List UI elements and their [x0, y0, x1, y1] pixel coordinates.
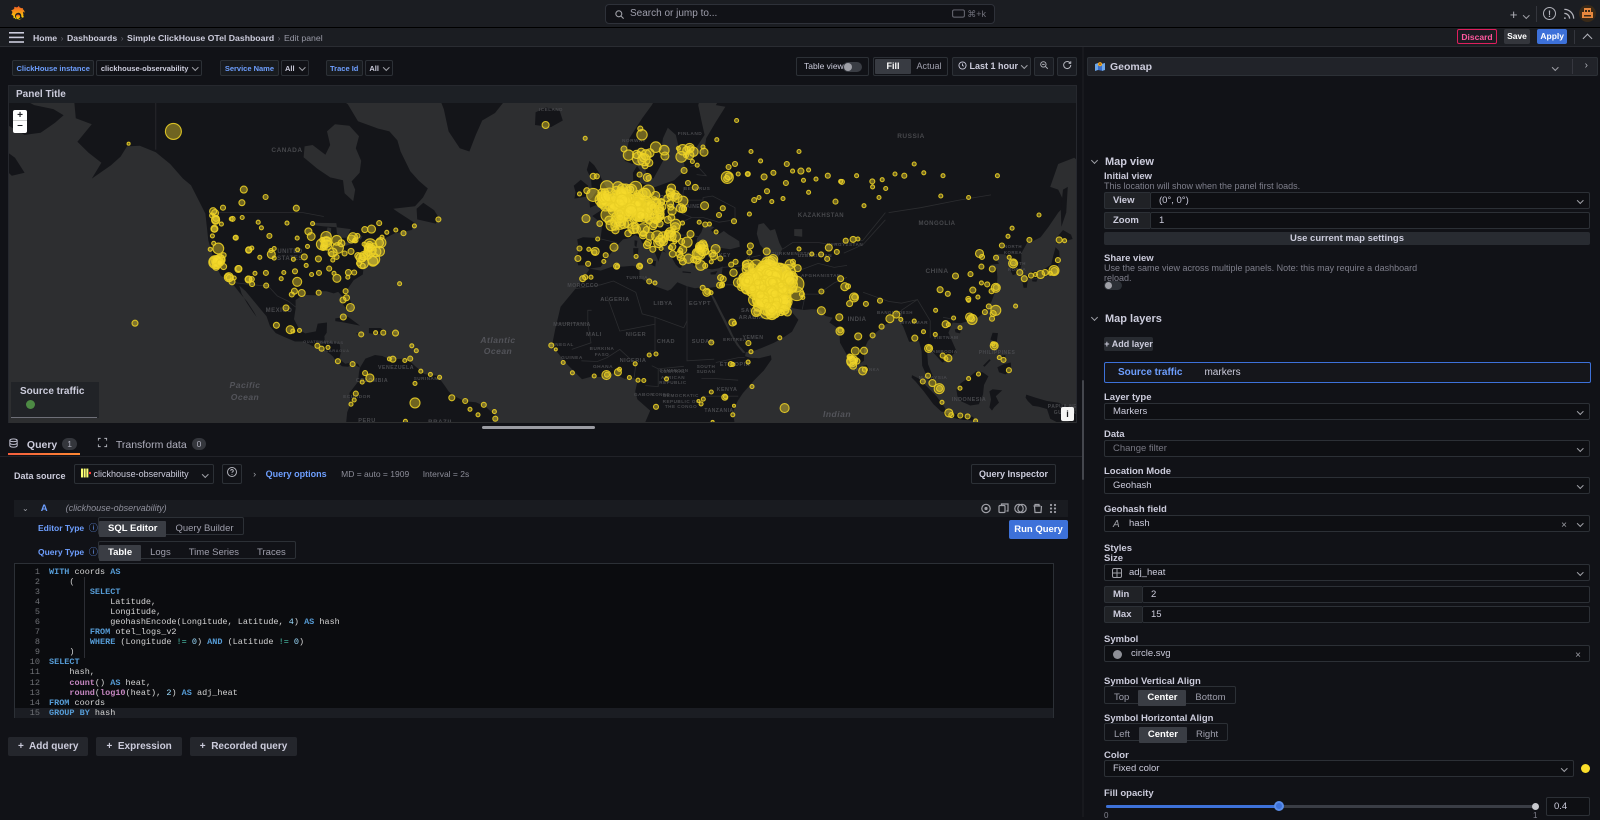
svg-text:TUNISIA: TUNISIA	[626, 275, 648, 280]
svg-text:CANADA: CANADA	[271, 147, 302, 154]
svg-text:KAZAKHSTAN: KAZAKHSTAN	[798, 213, 844, 219]
svg-text:GHANA: GHANA	[593, 364, 613, 370]
svg-text:VENEZUELA: VENEZUELA	[378, 365, 414, 371]
svg-text:AFGHANISTAN: AFGHANISTAN	[801, 273, 841, 279]
svg-text:GUINEA: GUINEA	[561, 355, 583, 361]
svg-text:ICELAND: ICELAND	[539, 107, 563, 112]
svg-text:TANZANIA: TANZANIA	[704, 408, 733, 414]
svg-text:LIBYA: LIBYA	[653, 301, 673, 307]
svg-text:NICARAGUA: NICARAGUA	[321, 348, 350, 353]
svg-text:PERU: PERU	[358, 418, 376, 422]
svg-text:REPUBLIC: REPUBLIC	[659, 380, 687, 385]
svg-text:RUSSIA: RUSSIA	[897, 133, 925, 140]
svg-text:ARABIA: ARABIA	[739, 315, 764, 321]
svg-text:CHINA: CHINA	[925, 268, 948, 275]
svg-text:KOREA: KOREA	[1004, 250, 1023, 255]
svg-text:INDIA: INDIA	[848, 317, 867, 323]
svg-text:CHAD: CHAD	[657, 339, 675, 345]
svg-text:FINLAND: FINLAND	[678, 131, 703, 137]
svg-text:CAMEROON: CAMEROON	[660, 368, 689, 373]
svg-text:MALI: MALI	[586, 332, 602, 338]
svg-text:MOROCCO: MOROCCO	[567, 283, 598, 289]
svg-text:MAURITANIA: MAURITANIA	[553, 322, 590, 328]
svg-text:THE CONGO: THE CONGO	[665, 404, 697, 409]
svg-text:Atlantic: Atlantic	[479, 335, 515, 345]
svg-text:CONGO: CONGO	[652, 392, 671, 397]
svg-text:SUDAN: SUDAN	[697, 369, 716, 374]
svg-text:EGYPT: EGYPT	[689, 301, 711, 307]
svg-text:INDONESIA: INDONESIA	[952, 397, 986, 403]
svg-text:KENYA: KENYA	[717, 387, 738, 393]
svg-text:Indian: Indian	[823, 409, 851, 419]
svg-text:FASO: FASO	[595, 352, 610, 357]
svg-text:MONGOLIA: MONGOLIA	[919, 221, 956, 227]
svg-text:BURKINA: BURKINA	[590, 346, 615, 351]
svg-text:NORTH: NORTH	[1004, 244, 1022, 249]
svg-text:ALGERIA: ALGERIA	[600, 297, 630, 303]
svg-text:BRAZIL: BRAZIL	[428, 419, 454, 422]
svg-text:TURKMENISTAN: TURKMENISTAN	[772, 251, 815, 256]
svg-text:Ocean: Ocean	[484, 346, 513, 356]
svg-text:STATES: STATES	[277, 256, 303, 262]
svg-text:PHILIPPINES: PHILIPPINES	[979, 350, 1016, 356]
svg-text:Ocean: Ocean	[231, 392, 260, 402]
svg-text:Pacific: Pacific	[230, 380, 261, 390]
svg-text:NIGER: NIGER	[626, 332, 646, 338]
svg-text:YEMEN: YEMEN	[743, 335, 764, 341]
